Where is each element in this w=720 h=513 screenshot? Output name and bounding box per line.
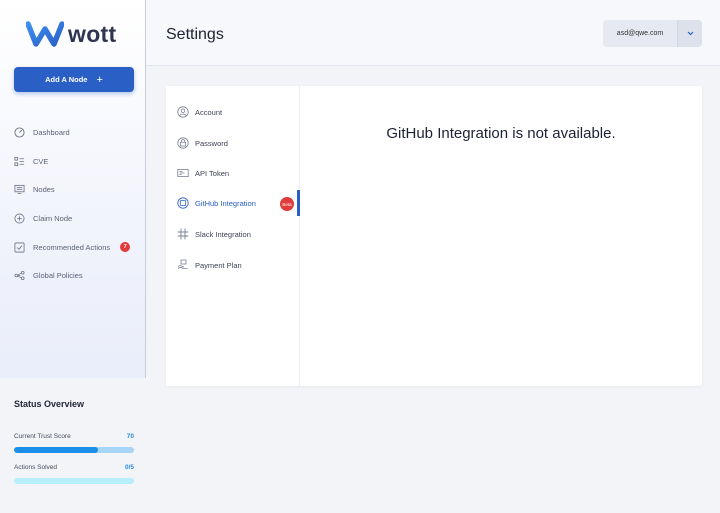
lock-icon (176, 137, 189, 150)
sidebar-item-cve[interactable]: CVE (13, 147, 141, 176)
sidebar: wott Add A Node + Dashboard CVE Nodes Cl… (0, 0, 146, 513)
gauge-icon (13, 126, 25, 138)
payment-icon (176, 259, 189, 272)
settings-tab-slack-integration[interactable]: Slack Integration (176, 220, 300, 248)
sidebar-item-claim-node[interactable]: Claim Node (13, 204, 141, 233)
sidebar-item-dashboard[interactable]: Dashboard (13, 118, 141, 147)
settings-tab-label: API Token (195, 168, 230, 178)
settings-tab-account[interactable]: Account (176, 98, 300, 126)
page-title: Settings (166, 26, 224, 43)
settings-tab-label: GitHub Integration (195, 198, 256, 208)
sidebar-nav: Dashboard CVE Nodes Claim Node Recommend… (13, 118, 141, 290)
server-icon (13, 184, 25, 196)
settings-tab-label: Account (195, 107, 223, 117)
trust-score-row: Current Trust Score 70 (14, 433, 134, 440)
trust-score-bar-fill (14, 447, 98, 453)
add-node-label: Add A Node (45, 75, 88, 84)
slack-icon (176, 228, 189, 241)
actions-solved-row: Actions Solved 0/5 (14, 464, 134, 471)
policy-icon (13, 270, 25, 282)
wott-logo[interactable]: wott (26, 20, 116, 48)
brand-name: wott (68, 20, 117, 47)
sidebar-item-nodes[interactable]: Nodes (13, 175, 141, 204)
settings-tab-password[interactable]: Password (176, 129, 300, 157)
settings-nav: Account Password API Token GitHub Integr… (166, 86, 300, 386)
trust-score-bar (14, 447, 134, 453)
sidebar-item-label: Recommended Actions (33, 242, 111, 252)
settings-tab-api-token[interactable]: API Token (176, 159, 300, 187)
checkbox-icon (13, 241, 25, 253)
actions-solved-value: 0/5 (124, 464, 134, 471)
chevron-down-icon[interactable] (677, 20, 702, 47)
sidebar-item-global-policies[interactable]: Global Policies (13, 261, 141, 290)
settings-tab-label: Slack Integration (195, 229, 251, 239)
list-icon (13, 155, 25, 167)
github-icon (176, 197, 189, 210)
settings-tab-label: Password (195, 138, 228, 148)
user-icon (176, 106, 189, 119)
user-email[interactable]: asd@qwe.com (603, 20, 677, 47)
add-node-button[interactable]: Add A Node + (14, 67, 134, 92)
status-overview-title: Status Overview (14, 399, 85, 409)
user-menu[interactable]: asd@qwe.com (603, 20, 702, 47)
actions-solved-bar (14, 478, 134, 484)
github-unavailable-message: GitHub Integration is not available. (386, 125, 616, 142)
recommended-actions-badge: 7 (120, 242, 131, 253)
plus-icon: + (96, 73, 103, 86)
trust-score-value: 70 (126, 433, 134, 440)
token-icon (176, 167, 189, 180)
sidebar-item-label: CVE (33, 156, 49, 166)
settings-tab-payment-plan[interactable]: Payment Plan (176, 251, 300, 279)
sidebar-item-label: Nodes (33, 185, 55, 195)
sidebar-item-label: Claim Node (33, 213, 73, 223)
wott-logo-icon (26, 21, 64, 47)
sidebar-item-label: Dashboard (33, 127, 70, 137)
sidebar-item-label: Global Policies (33, 271, 83, 281)
beta-badge: Beta (280, 197, 294, 211)
settings-tab-label: Payment Plan (195, 260, 242, 270)
actions-solved-label: Actions Solved (14, 464, 57, 471)
top-header: Settings asd@qwe.com (146, 0, 720, 66)
settings-content: GitHub Integration is not available. (300, 86, 702, 386)
sidebar-item-recommended-actions[interactable]: Recommended Actions 7 (13, 233, 141, 262)
settings-card: Account Password API Token GitHub Integr… (166, 86, 702, 386)
status-overview: Status Overview Current Trust Score 70 A… (0, 378, 146, 513)
trust-score-label: Current Trust Score (14, 433, 71, 440)
plus-circle-icon (13, 212, 25, 224)
